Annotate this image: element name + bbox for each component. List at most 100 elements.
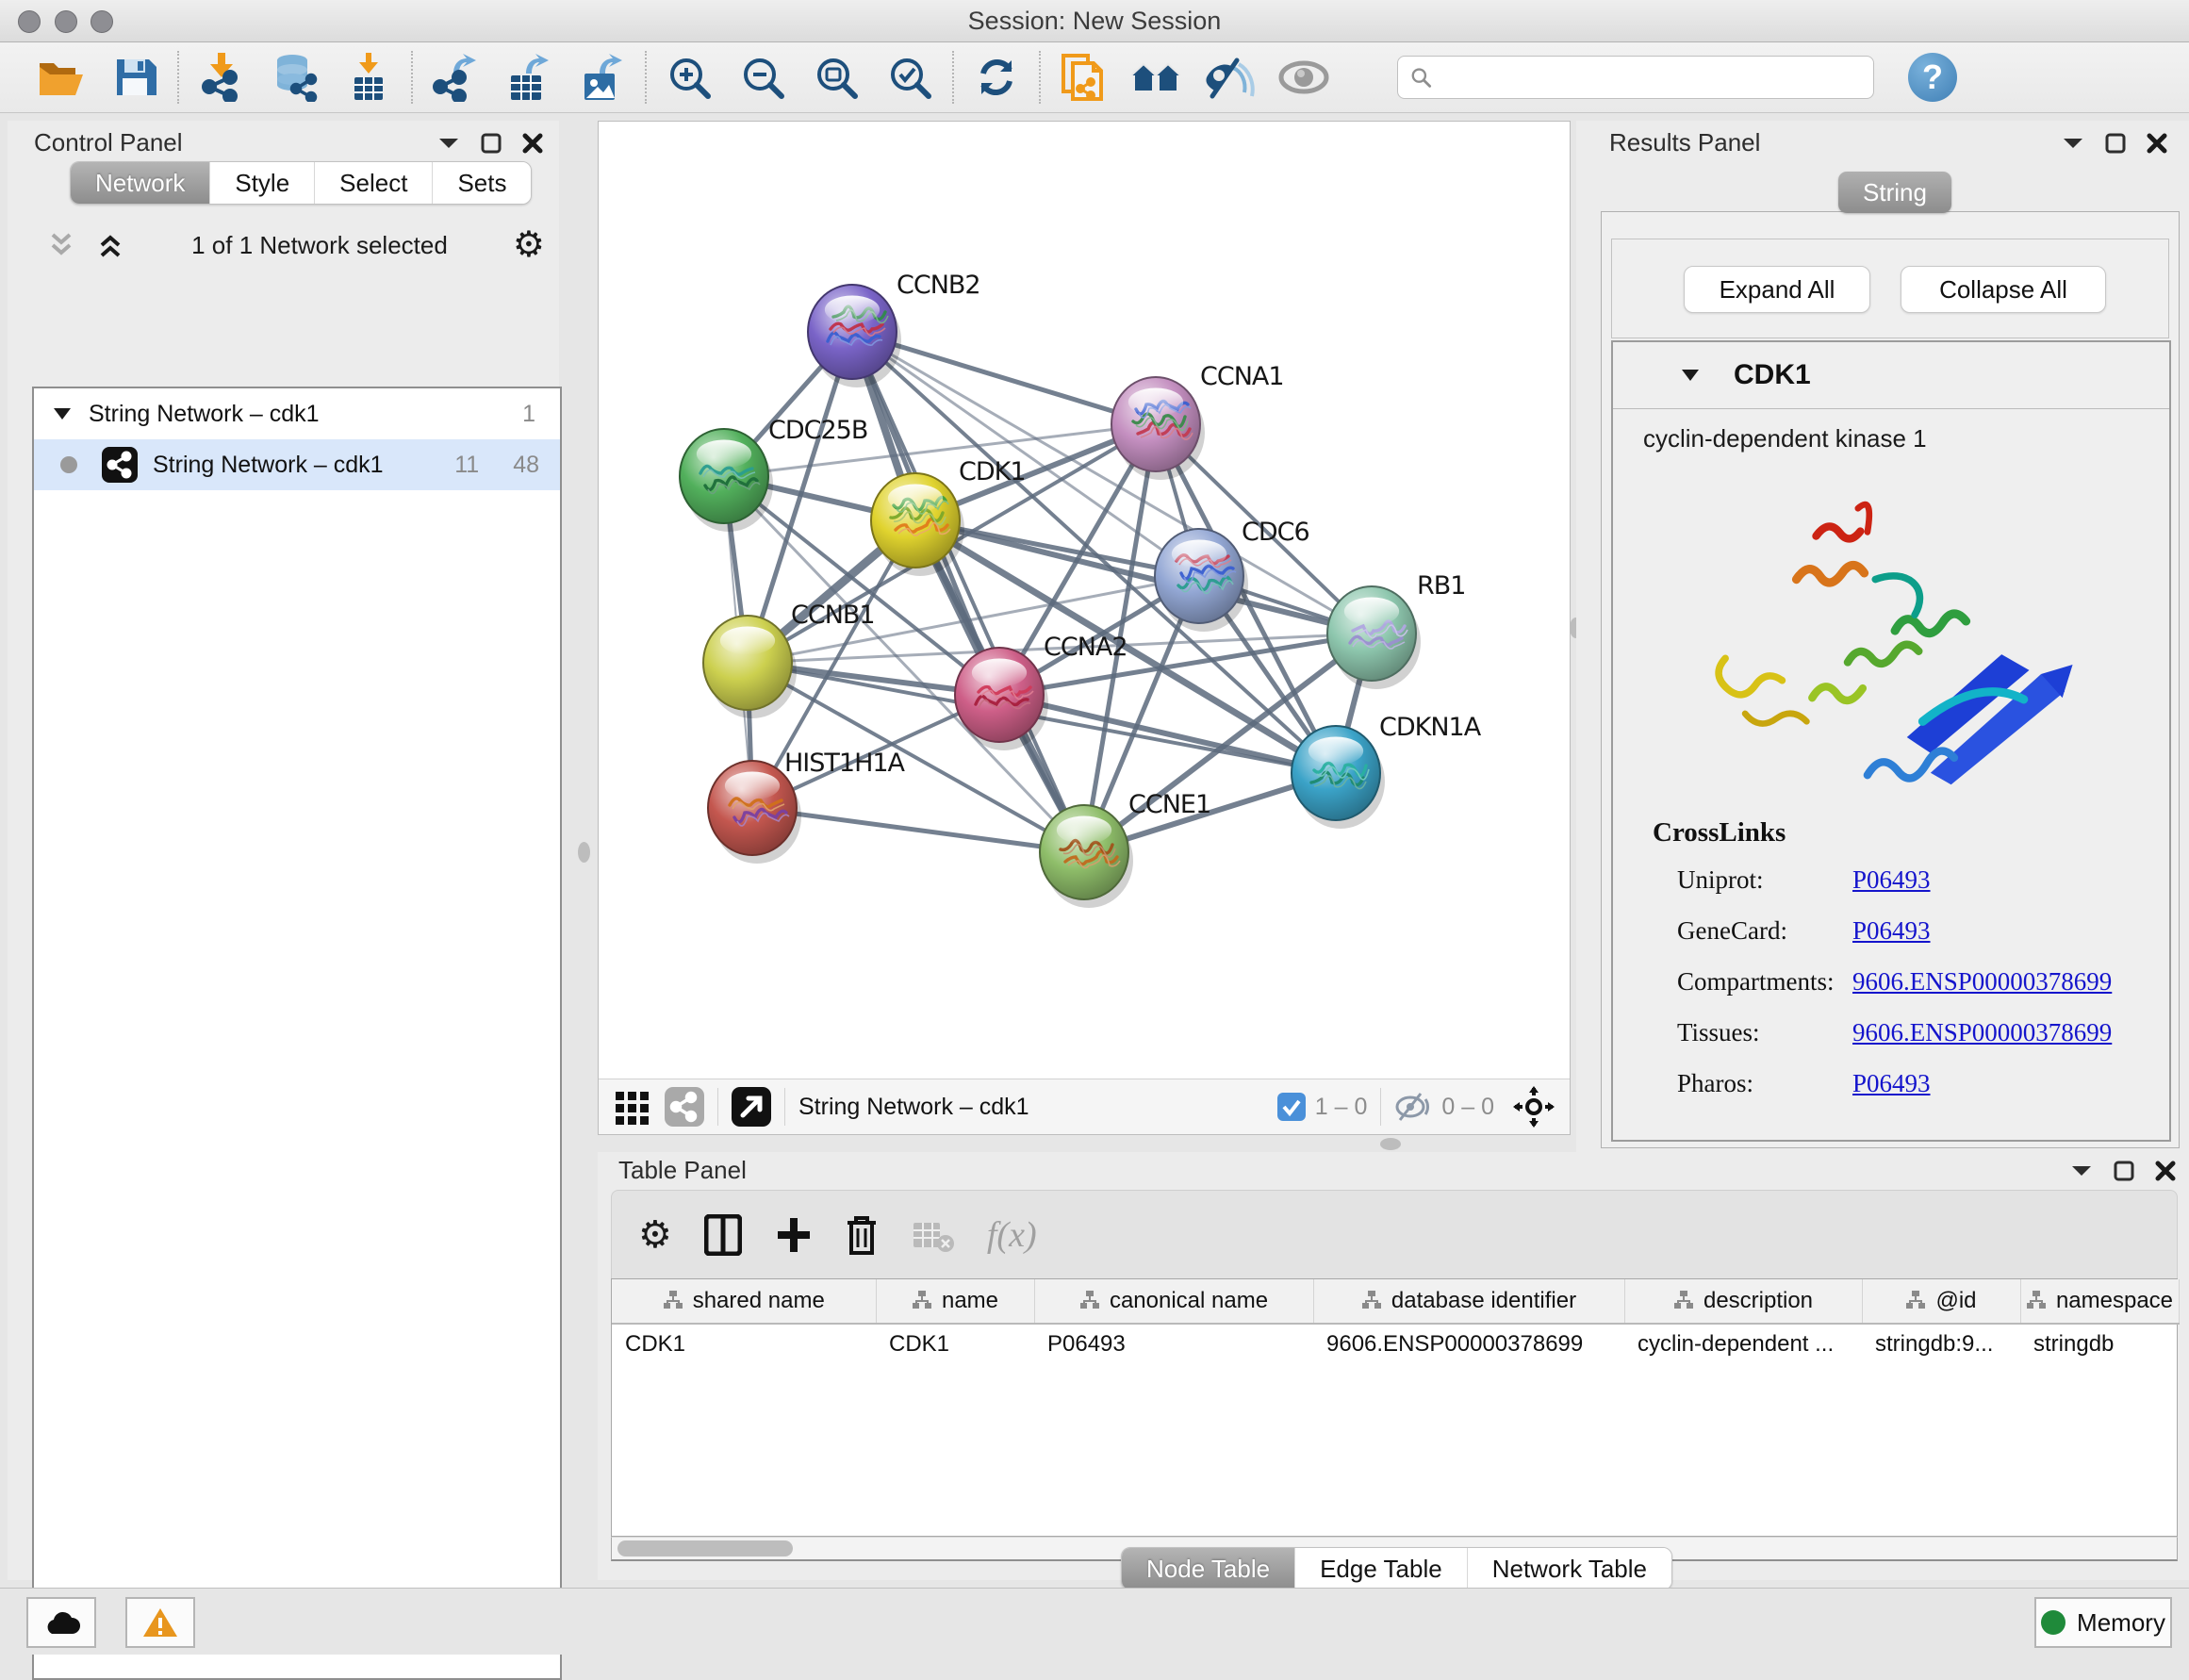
string-results-tab[interactable]: String: [1838, 172, 1951, 213]
crosslink-link[interactable]: P06493: [1852, 916, 1931, 946]
window-zoom-button[interactable]: [91, 10, 113, 33]
table-cell[interactable]: CDK1: [612, 1324, 876, 1364]
export-network-icon[interactable]: [419, 48, 492, 107]
zoom-out-icon[interactable]: [726, 48, 799, 107]
table-cell[interactable]: cyclin-dependent ...: [1624, 1324, 1862, 1364]
import-network-icon[interactable]: [185, 48, 258, 107]
column-header-description[interactable]: description: [1624, 1279, 1862, 1324]
protein-structure-image: [1646, 461, 2136, 800]
delete-column-icon[interactable]: [844, 1213, 880, 1257]
column-header-namespace[interactable]: namespace: [2020, 1279, 2179, 1324]
import-table-icon[interactable]: [332, 48, 405, 107]
tab-network-table[interactable]: Network Table: [1467, 1548, 1671, 1589]
open-session-icon[interactable]: [25, 48, 98, 107]
first-neighbors-icon[interactable]: [1120, 48, 1193, 107]
crosslink-link[interactable]: P06493: [1852, 1069, 1931, 1098]
tab-network[interactable]: Network: [71, 162, 209, 204]
zoom-in-icon[interactable]: [652, 48, 726, 107]
import-database-icon[interactable]: [258, 48, 332, 107]
grid-view-icon[interactable]: [614, 1088, 651, 1126]
table-gear-icon[interactable]: ⚙: [638, 1216, 672, 1254]
window-close-button[interactable]: [18, 10, 41, 33]
crosslink-row: Uniprot:P06493: [1677, 854, 2169, 905]
bottom-splitter-handle[interactable]: [1380, 1138, 1401, 1150]
panel-close-icon[interactable]: [2155, 1161, 2176, 1181]
help-icon[interactable]: ?: [1908, 53, 1957, 102]
gear-icon[interactable]: ⚙: [513, 227, 545, 263]
column-header-database-identifier[interactable]: database identifier: [1313, 1279, 1624, 1324]
panel-menu-icon[interactable]: [2062, 137, 2084, 150]
panel-close-icon[interactable]: [2147, 133, 2167, 154]
collection-count: 1: [522, 401, 535, 428]
search-field[interactable]: [1432, 63, 1862, 91]
network-collection-label: String Network – cdk1: [89, 401, 320, 428]
network-edge: [999, 695, 1336, 773]
expand-all-icon[interactable]: [94, 231, 126, 259]
show-all-icon[interactable]: [1267, 48, 1341, 107]
warning-icon: [142, 1606, 178, 1639]
show-columns-icon[interactable]: [704, 1214, 742, 1256]
table-cell[interactable]: stringdb: [2020, 1324, 2179, 1364]
panel-float-icon[interactable]: [2114, 1161, 2134, 1181]
network-collection-row[interactable]: String Network – cdk1 1: [34, 388, 560, 439]
share-view-icon[interactable]: [665, 1087, 704, 1127]
column-header-name[interactable]: name: [876, 1279, 1034, 1324]
cloud-button[interactable]: [26, 1597, 96, 1648]
export-table-icon[interactable]: [492, 48, 566, 107]
tab-select[interactable]: Select: [314, 162, 432, 204]
hide-selected-icon[interactable]: [1193, 48, 1267, 107]
selected-checkbox-icon[interactable]: [1277, 1093, 1306, 1121]
network-node-HIST1H1A[interactable]: HIST1H1A: [708, 749, 906, 864]
table-cell[interactable]: stringdb:9...: [1862, 1324, 2020, 1364]
tab-style[interactable]: Style: [209, 162, 314, 204]
zoom-selected-icon[interactable]: [873, 48, 946, 107]
window-minimize-button[interactable]: [55, 10, 77, 33]
network-node-CDK1[interactable]: CDK1: [871, 457, 1026, 576]
network-row[interactable]: String Network – cdk1 11 48: [34, 439, 560, 490]
export-image-icon[interactable]: [566, 48, 639, 107]
pan-tool-icon[interactable]: [1513, 1086, 1555, 1128]
network-node-RB1[interactable]: RB1: [1327, 571, 1465, 689]
table-cell[interactable]: CDK1: [876, 1324, 1034, 1364]
entry-header[interactable]: CDK1: [1613, 342, 2169, 409]
panel-close-icon[interactable]: [522, 133, 543, 154]
table-cell[interactable]: 9606.ENSP00000378699: [1313, 1324, 1624, 1364]
tab-edge-table[interactable]: Edge Table: [1294, 1548, 1467, 1589]
collapse-all-icon[interactable]: [45, 231, 77, 259]
column-header-canonical-name[interactable]: canonical name: [1034, 1279, 1313, 1324]
memory-button[interactable]: Memory: [2034, 1597, 2172, 1648]
tab-sets[interactable]: Sets: [432, 162, 531, 204]
table-row[interactable]: CDK1CDK1P064939606.ENSP00000378699cyclin…: [612, 1324, 2179, 1364]
expand-all-button[interactable]: Expand All: [1684, 266, 1870, 313]
entry-description: cyclin-dependent kinase 1: [1643, 424, 2169, 453]
open-in-window-icon[interactable]: [732, 1087, 771, 1127]
collapse-all-button[interactable]: Collapse All: [1901, 266, 2106, 313]
panel-menu-icon[interactable]: [2070, 1164, 2093, 1178]
panel-float-icon[interactable]: [2105, 133, 2126, 154]
warnings-button[interactable]: [125, 1597, 195, 1648]
network-node-CDKN1A[interactable]: CDKN1A: [1292, 713, 1482, 829]
tab-node-table[interactable]: Node Table: [1122, 1548, 1294, 1589]
network-node-CCNB1[interactable]: CCNB1: [703, 601, 875, 718]
collection-expander-icon[interactable]: [53, 407, 72, 420]
table-cell[interactable]: P06493: [1034, 1324, 1313, 1364]
crosslink-link[interactable]: 9606.ENSP00000378699: [1852, 967, 2112, 996]
panel-float-icon[interactable]: [481, 133, 502, 154]
node-label-CDC6: CDC6: [1242, 518, 1309, 547]
panel-menu-icon[interactable]: [437, 137, 460, 150]
search-input[interactable]: [1397, 56, 1874, 99]
left-splitter-handle[interactable]: [578, 842, 590, 863]
network-canvas[interactable]: CCNB2CCNA1CDC25BCDK1CDC6RB1CCNB1CCNA2CDK…: [599, 122, 1570, 1079]
crosslink-label: GeneCard:: [1677, 916, 1852, 946]
zoom-fit-icon[interactable]: [799, 48, 873, 107]
column-header--id[interactable]: @id: [1862, 1279, 2020, 1324]
column-header-shared-name[interactable]: shared name: [612, 1279, 876, 1324]
save-session-icon[interactable]: [98, 48, 172, 107]
snapshot-icon[interactable]: [1046, 48, 1120, 107]
crosslink-link[interactable]: P06493: [1852, 865, 1931, 895]
entry-expander-icon[interactable]: [1681, 369, 1700, 382]
crosslink-link[interactable]: 9606.ENSP00000378699: [1852, 1018, 2112, 1047]
refresh-icon[interactable]: [960, 48, 1033, 107]
table-hscrollbar-thumb[interactable]: [617, 1540, 793, 1556]
add-column-icon[interactable]: [774, 1214, 812, 1256]
